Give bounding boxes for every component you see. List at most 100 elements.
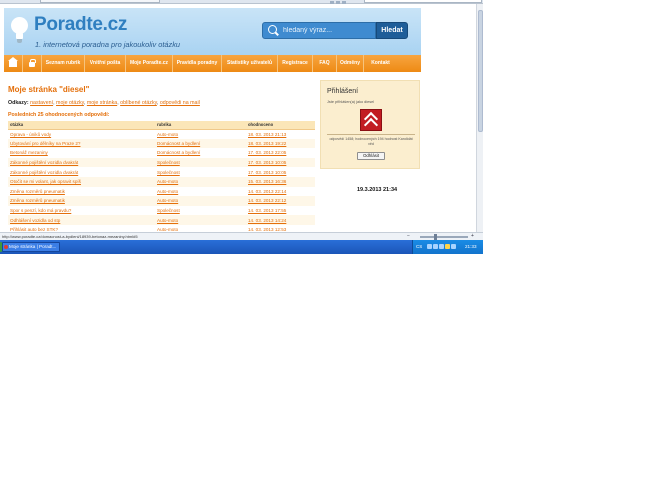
column-header-question: otázka bbox=[8, 121, 155, 130]
question-link[interactable]: Zákonné pojištění vozidla dvakrát bbox=[10, 170, 78, 175]
table-cell: Auto-moto bbox=[155, 225, 246, 232]
nav-lock-button[interactable] bbox=[23, 55, 42, 72]
question-link[interactable]: Ubytování pro dělníky na Praze 2? bbox=[10, 141, 80, 146]
rated-date-link[interactable]: 18. 03. 2013 21:13 bbox=[248, 132, 286, 137]
question-link[interactable]: Spor s penzí, kdo má pravdu? bbox=[10, 208, 71, 213]
table-cell: 17. 03. 2013 10:05 bbox=[246, 167, 315, 177]
category-link[interactable]: Auto-moto bbox=[157, 198, 178, 203]
question-link[interactable]: Oprava - úniků vody bbox=[10, 132, 51, 137]
rated-date-link[interactable]: 18. 03. 2013 19:22 bbox=[248, 141, 286, 146]
question-link[interactable]: Změna rozměrů pneumatik bbox=[10, 198, 65, 203]
search-button[interactable]: Hledat bbox=[376, 22, 408, 39]
category-link[interactable]: Společnost bbox=[157, 170, 180, 175]
nav-item-faq[interactable]: FAQ bbox=[313, 55, 337, 72]
site-logo-title[interactable]: Poradte.cz bbox=[34, 14, 127, 36]
table-cell: Domácnost a bydlení bbox=[155, 138, 246, 149]
question-link[interactable]: Betonáž mezaniny bbox=[10, 150, 48, 155]
table-row: Přihlásit auto bez STK? Auto-moto 14. 03. … bbox=[8, 225, 315, 232]
table-cell: Odhlášení vozidla od stp bbox=[8, 215, 155, 225]
category-link[interactable]: Auto-moto bbox=[157, 189, 178, 194]
taskbar-item-label: Moje stránka | Poradt... bbox=[9, 244, 57, 249]
scrollbar-thumb[interactable] bbox=[478, 10, 483, 132]
avatar[interactable] bbox=[360, 109, 382, 133]
table-cell: Auto-moto bbox=[155, 215, 246, 225]
network-icon[interactable] bbox=[427, 244, 432, 249]
table-cell: Přihlásit auto bez STK? bbox=[8, 225, 155, 232]
category-link[interactable]: Společnost bbox=[157, 208, 180, 213]
question-link[interactable]: Zákonné pojištění vozidla dvakrát bbox=[10, 160, 78, 165]
recent-answers-title: Posledních 25 ohodnocených odpovědí: bbox=[8, 112, 110, 118]
site-search: Hledat bbox=[262, 22, 408, 39]
tray-icons bbox=[427, 244, 463, 250]
question-link[interactable]: Odhlášení vozidla od stp bbox=[10, 218, 60, 223]
main-navigation: Seznam rubrik Vnitřní pošta Moje Poradte… bbox=[4, 55, 421, 72]
table-row: Změna rozměrů pneumatik Auto-moto 14. 03. … bbox=[8, 196, 315, 206]
zoom-out-icon[interactable]: − bbox=[407, 233, 410, 239]
browser-search-field[interactable] bbox=[364, 0, 482, 3]
language-indicator[interactable]: CS bbox=[416, 244, 422, 249]
link-favorite-questions[interactable]: oblíbené otázky bbox=[120, 100, 157, 106]
scroll-up-arrow-icon[interactable] bbox=[478, 4, 483, 9]
category-link[interactable]: Domácnost a bydlení bbox=[157, 150, 200, 155]
table-cell: 17. 03. 2013 10:05 bbox=[246, 157, 315, 168]
nav-item-registration[interactable]: Registrace bbox=[278, 55, 313, 72]
rated-date-link[interactable]: 17. 03. 2013 22:05 bbox=[248, 150, 286, 155]
page-scrollbar[interactable] bbox=[476, 4, 483, 232]
category-link[interactable]: Společnost bbox=[157, 160, 180, 165]
link-my-page[interactable]: moje stránka bbox=[87, 100, 117, 106]
nav-item-mail[interactable]: Vnitřní pošta bbox=[85, 55, 126, 72]
table-cell: Zákonné pojištění vozidla dvakrát bbox=[8, 157, 155, 168]
taskbar-item-browser[interactable]: Moje stránka | Poradt... bbox=[2, 242, 60, 252]
browser-tab[interactable] bbox=[40, 0, 160, 3]
nav-item-user-stats[interactable]: Statistiky uživatelů bbox=[222, 55, 278, 72]
rated-date-link[interactable]: 15. 03. 2013 16:36 bbox=[248, 179, 286, 184]
volume-icon[interactable] bbox=[433, 244, 438, 249]
screen: Poradte.cz 1. internetová poradna pro ja… bbox=[0, 0, 483, 254]
link-my-questions[interactable]: moje otázky bbox=[56, 100, 84, 106]
nav-item-my-poradte[interactable]: Moje Poradte.cz bbox=[126, 55, 173, 72]
category-link[interactable]: Auto-moto bbox=[157, 132, 178, 137]
home-icon bbox=[8, 57, 18, 67]
rated-date-link[interactable]: 17. 03. 2013 10:05 bbox=[248, 160, 286, 165]
category-link[interactable]: Auto-moto bbox=[157, 179, 178, 184]
rated-date-link[interactable]: 17. 03. 2013 10:05 bbox=[248, 170, 286, 175]
main-content: Moje stránka "diesel" Odkazy: nastavení,… bbox=[4, 80, 316, 232]
search-input[interactable] bbox=[262, 22, 376, 39]
nav-item-rules[interactable]: Pravidla poradny bbox=[173, 55, 222, 72]
rated-date-link[interactable]: 14. 03. 2013 17:55 bbox=[248, 208, 286, 213]
system-tray: CS 21:33 bbox=[412, 240, 483, 254]
nav-home-button[interactable] bbox=[4, 55, 23, 72]
table-row: Zákonné pojištění vozidla dvakrát Společn… bbox=[8, 167, 315, 177]
lock-icon bbox=[29, 59, 36, 67]
table-cell: Společnost bbox=[155, 157, 246, 168]
rated-date-link[interactable]: 14. 03. 2013 22:14 bbox=[248, 189, 286, 194]
link-settings[interactable]: nastavení bbox=[30, 100, 53, 106]
table-cell: Domácnost a bydlení bbox=[155, 148, 246, 158]
table-cell: Spor s penzí, kdo má pravdu? bbox=[8, 206, 155, 216]
zoom-slider[interactable] bbox=[420, 234, 468, 240]
nav-item-rubrics[interactable]: Seznam rubrik bbox=[42, 55, 85, 72]
nav-item-rewards[interactable]: Odměny bbox=[337, 55, 364, 72]
link-mail-answers[interactable]: odpovědi na mail bbox=[160, 100, 200, 106]
question-link[interactable]: Otočit se mi volant, jak opravit spíš bbox=[10, 179, 81, 184]
lightbulb-logo-icon bbox=[11, 17, 28, 34]
table-row: Spor s penzí, kdo má pravdu? Společnost 14… bbox=[8, 206, 315, 216]
question-link[interactable]: Změna rozměrů pneumatik bbox=[10, 189, 65, 194]
security-icon[interactable] bbox=[439, 244, 444, 249]
table-header-row: otázka rubrika ohodnoceno bbox=[8, 121, 315, 130]
logout-button[interactable]: Odhlásit bbox=[357, 152, 385, 160]
column-header-rated: ohodnoceno bbox=[246, 121, 315, 130]
nav-item-contact[interactable]: Kontakt bbox=[364, 55, 397, 72]
category-link[interactable]: Auto-moto bbox=[157, 218, 178, 223]
update-icon[interactable] bbox=[451, 244, 456, 249]
category-link[interactable]: Domácnost a bydlení bbox=[157, 141, 200, 146]
table-cell: Auto-moto bbox=[155, 187, 246, 197]
login-title: Přihlášení bbox=[327, 88, 359, 95]
status-url: http://www.poradte.cz/domacnost-a-bydlen… bbox=[2, 234, 138, 239]
profile-links: Odkazy: nastavení, moje otázky, moje str… bbox=[8, 100, 200, 106]
notification-icon[interactable] bbox=[445, 244, 450, 249]
rated-date-link[interactable]: 14. 03. 2013 22:12 bbox=[248, 198, 286, 203]
rated-date-link[interactable]: 14. 03. 2013 14:24 bbox=[248, 218, 286, 223]
table-cell: Ubytování pro dělníky na Praze 2? bbox=[8, 138, 155, 149]
zoom-in-icon[interactable]: + bbox=[471, 233, 474, 239]
